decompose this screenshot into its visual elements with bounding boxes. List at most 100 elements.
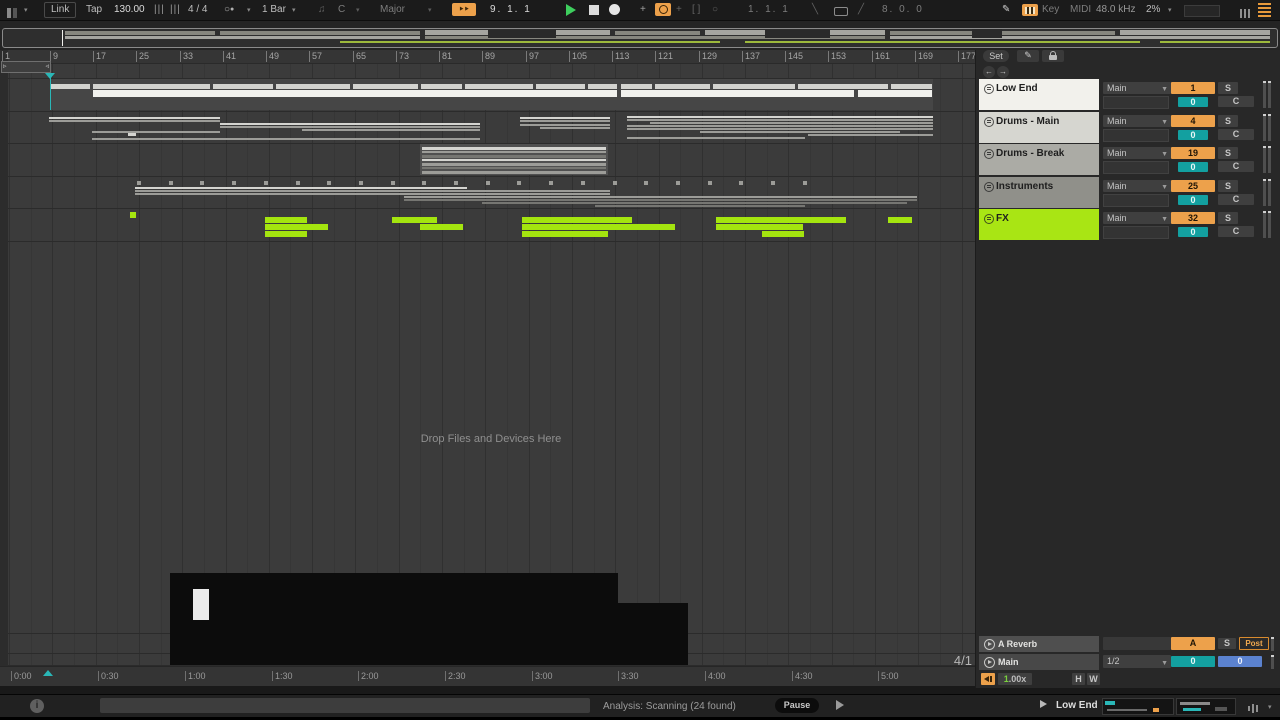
track-name-cell[interactable]: Low End: [979, 79, 1099, 110]
main-routing-menu[interactable]: 1/2▼: [1103, 655, 1171, 668]
track-routing-menu[interactable]: Main▼: [1103, 115, 1171, 127]
pause-analysis-button[interactable]: Pause: [775, 698, 819, 713]
metronome-caret-icon[interactable]: ▾: [247, 6, 251, 14]
session-record-icon[interactable]: ○: [712, 4, 718, 16]
device-thumbnail[interactable]: [1176, 698, 1236, 715]
zoom-height-button[interactable]: H: [1072, 673, 1085, 685]
info-icon[interactable]: i: [30, 699, 44, 713]
nudge-down-icon[interactable]: |||: [154, 4, 165, 16]
spectrum-icon[interactable]: [1248, 700, 1260, 718]
track-crossfade-button[interactable]: C: [1218, 129, 1254, 140]
cpu-caret-icon[interactable]: ▾: [1168, 6, 1172, 14]
track-sub-box[interactable]: [1103, 194, 1169, 207]
scale-mode-icon[interactable]: ♫: [318, 4, 326, 16]
metronome-icon[interactable]: ○●: [224, 4, 234, 16]
track-crossfade-button[interactable]: C: [1218, 96, 1254, 107]
loop-end-handle-icon[interactable]: ◃: [45, 62, 49, 71]
arrangement-canvas[interactable]: [8, 50, 975, 666]
capture-midi-icon[interactable]: +: [676, 4, 682, 16]
track-number-box[interactable]: 19: [1171, 147, 1215, 159]
track-sub-box[interactable]: [1103, 226, 1169, 239]
prev-marker-button[interactable]: ←: [983, 66, 995, 78]
track-fold-icon[interactable]: [984, 84, 994, 94]
track-solo-button[interactable]: S: [1218, 82, 1238, 94]
main-volume[interactable]: 0: [1171, 656, 1215, 667]
punch-in-icon[interactable]: ╲: [812, 4, 818, 16]
track-solo-button[interactable]: S: [1218, 212, 1238, 224]
track-number-box[interactable]: 32: [1171, 212, 1215, 224]
track-solo-button[interactable]: S: [1218, 147, 1238, 159]
stop-button[interactable]: [589, 5, 599, 15]
track-fold-icon[interactable]: [984, 117, 994, 127]
track-pan-box[interactable]: 0: [1178, 162, 1208, 172]
device-view-icon[interactable]: [1258, 3, 1271, 17]
record-button[interactable]: [609, 4, 620, 15]
track-sub-box[interactable]: [1103, 129, 1169, 142]
mixer-view-icon[interactable]: [1240, 5, 1252, 23]
next-marker-button[interactable]: →: [997, 66, 1009, 78]
track-name-cell[interactable]: Drums - Main: [979, 112, 1099, 143]
track-routing-menu[interactable]: Main▼: [1103, 147, 1171, 159]
track-crossfade-button[interactable]: C: [1218, 226, 1254, 237]
unfold-track-icon[interactable]: [984, 639, 995, 650]
track-header-fx[interactable]: FX Main▼ 32 0 S C: [977, 209, 1280, 240]
loop-start-handle-icon[interactable]: ▹: [3, 62, 7, 71]
time-ruler[interactable]: 0:000:301:001:302:002:303:003:304:004:30…: [0, 668, 975, 684]
return-solo-button[interactable]: S: [1218, 638, 1236, 649]
loop-brace[interactable]: ▹ ◃: [1, 61, 51, 73]
midi-map-button[interactable]: MIDI: [1070, 4, 1091, 16]
main-pan[interactable]: 0: [1218, 656, 1262, 667]
track-number-box[interactable]: 25: [1171, 180, 1215, 192]
quantize-caret-icon[interactable]: ▾: [292, 6, 296, 14]
time-signature-field[interactable]: 4 / 4: [188, 4, 207, 16]
root-caret-icon[interactable]: ▾: [356, 6, 360, 14]
quantize-menu[interactable]: 1 Bar: [262, 4, 286, 16]
tempo-field[interactable]: 130.00: [114, 4, 145, 16]
post-button[interactable]: Post: [1239, 637, 1269, 650]
set-button[interactable]: Set: [983, 50, 1009, 62]
track-pan-box[interactable]: 0: [1178, 227, 1208, 237]
return-track-a-reverb[interactable]: A Reverb A S Post: [977, 636, 1280, 652]
return-routing-box[interactable]: [1103, 637, 1171, 650]
track-header-drums-main[interactable]: Drums - Main Main▼ 4 0 S C: [977, 112, 1280, 143]
track-name-cell[interactable]: Instruments: [979, 177, 1099, 208]
arrangement-position-display[interactable]: 9. 1. 1: [490, 4, 532, 16]
track-crossfade-button[interactable]: C: [1218, 194, 1254, 205]
track-header-instruments[interactable]: Instruments Main▼ 25 0 S C: [977, 177, 1280, 208]
automation-arm-icon[interactable]: +: [640, 4, 646, 16]
computer-midi-keyboard-button[interactable]: [1022, 4, 1038, 16]
scale-name-menu[interactable]: Major: [380, 4, 405, 16]
track-sub-box[interactable]: [1103, 96, 1169, 109]
unfold-track-icon[interactable]: [984, 657, 995, 668]
draw-mode-icon[interactable]: ✎: [1002, 4, 1010, 16]
track-sub-box[interactable]: [1103, 161, 1169, 174]
bar-ruler[interactable]: 1917253341495765738189971051131211291371…: [0, 51, 975, 63]
preview-speaker-button[interactable]: [981, 673, 995, 685]
track-number-box[interactable]: 1: [1171, 82, 1215, 94]
device-strip-expand-icon[interactable]: [1040, 700, 1047, 708]
loop-switch-icon[interactable]: [834, 7, 848, 16]
link-button[interactable]: Link: [44, 2, 76, 18]
track-header-low-end[interactable]: Low End Main▼ 1 0 S C: [977, 79, 1280, 110]
track-routing-menu[interactable]: Main▼: [1103, 212, 1171, 224]
device-strip-caret-icon[interactable]: ▾: [1268, 703, 1272, 711]
track-routing-menu[interactable]: Main▼: [1103, 180, 1171, 192]
track-pan-box[interactable]: 0: [1178, 130, 1208, 140]
arrangement-overview[interactable]: [2, 28, 1278, 48]
track-pan-box[interactable]: 0: [1178, 195, 1208, 205]
time-playhead-marker-icon[interactable]: [43, 670, 53, 676]
marker-lock-button[interactable]: [1042, 50, 1064, 62]
nudge-up-icon[interactable]: |||: [170, 4, 181, 16]
track-fold-icon[interactable]: [984, 182, 994, 192]
track-solo-button[interactable]: S: [1218, 180, 1238, 192]
scale-caret-icon[interactable]: ▾: [428, 6, 432, 14]
panel-caret-icon[interactable]: ▾: [24, 6, 28, 14]
track-solo-button[interactable]: S: [1218, 115, 1238, 127]
key-map-button[interactable]: Key: [1042, 4, 1059, 16]
marker-pencil-button[interactable]: ✎: [1017, 50, 1039, 62]
punch-out-icon[interactable]: ╱: [858, 4, 864, 16]
follow-button[interactable]: ‣‣: [452, 3, 476, 16]
resume-icon[interactable]: [836, 700, 844, 710]
re-enable-automation-icon[interactable]: [ ]: [692, 4, 700, 16]
track-routing-menu[interactable]: Main▼: [1103, 82, 1171, 94]
